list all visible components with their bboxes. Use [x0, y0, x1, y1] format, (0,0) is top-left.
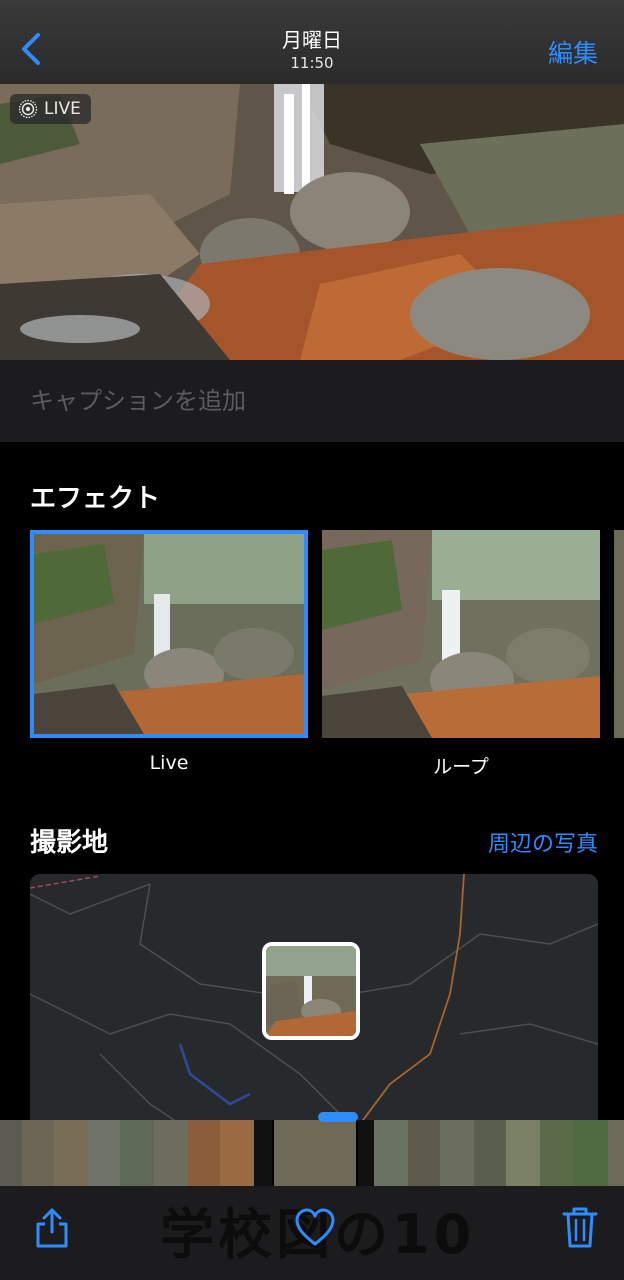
filmstrip-thumb-current[interactable]: [272, 1120, 358, 1186]
effect-loop-thumbnail: [322, 530, 600, 738]
live-label: LIVE: [44, 99, 81, 119]
edit-button[interactable]: 編集: [548, 34, 598, 70]
filmstrip-thumb[interactable]: [154, 1120, 188, 1186]
effects-title: エフェクト: [30, 484, 161, 514]
photo-filmstrip[interactable]: [0, 1120, 624, 1186]
filmstrip-thumb[interactable]: [120, 1120, 154, 1186]
nav-time: 11:50: [290, 54, 334, 72]
caption-input[interactable]: [30, 382, 590, 420]
filmstrip-thumb[interactable]: [188, 1120, 220, 1186]
filmstrip-thumb[interactable]: [220, 1120, 254, 1186]
effect-live-label: Live: [149, 752, 189, 774]
filmstrip-thumb[interactable]: [506, 1120, 540, 1186]
share-icon: [36, 1208, 68, 1248]
filmstrip-thumb[interactable]: [474, 1120, 506, 1186]
live-photo-icon: [18, 99, 38, 119]
delete-button[interactable]: [560, 1204, 600, 1250]
nearby-photos-link[interactable]: 周辺の写真: [488, 826, 598, 858]
filmstrip-thumb[interactable]: [54, 1120, 88, 1186]
filmstrip-thumb[interactable]: [374, 1120, 408, 1186]
share-button[interactable]: [32, 1204, 72, 1250]
filmstrip-thumb[interactable]: [88, 1120, 120, 1186]
watermark-text: 学校図の10: [160, 1203, 476, 1260]
filmstrip-thumb[interactable]: [408, 1120, 440, 1186]
live-badge[interactable]: LIVE: [10, 94, 91, 124]
map-photo-pin[interactable]: [262, 942, 360, 1040]
effect-live[interactable]: [30, 530, 308, 738]
filmstrip-thumb[interactable]: [0, 1120, 22, 1186]
effect-live-thumbnail: [34, 534, 304, 734]
waterfall-photo: [0, 84, 624, 360]
filmstrip-thumb[interactable]: [540, 1120, 574, 1186]
effect-loop-label: ループ: [433, 756, 489, 778]
filmstrip-thumb[interactable]: [574, 1120, 608, 1186]
effect-loop[interactable]: [322, 530, 600, 738]
filmstrip-thumb[interactable]: [22, 1120, 54, 1186]
filmstrip-thumb[interactable]: [440, 1120, 474, 1186]
favorite-button[interactable]: [294, 1204, 336, 1250]
filmstrip-thumb[interactable]: [608, 1120, 624, 1186]
trash-icon: [562, 1207, 598, 1248]
location-title: 撮影地: [30, 828, 109, 858]
nav-title: 月曜日: [282, 28, 342, 52]
effect-next-partial[interactable]: [614, 530, 624, 738]
heart-icon: [295, 1208, 335, 1246]
caption-area: [0, 360, 624, 442]
filmstrip-scrub-handle[interactable]: [318, 1112, 358, 1122]
main-photo[interactable]: [0, 84, 624, 360]
map-pin-thumbnail: [266, 946, 356, 1036]
navigation-bar: 月曜日 11:50 編集: [0, 0, 624, 84]
